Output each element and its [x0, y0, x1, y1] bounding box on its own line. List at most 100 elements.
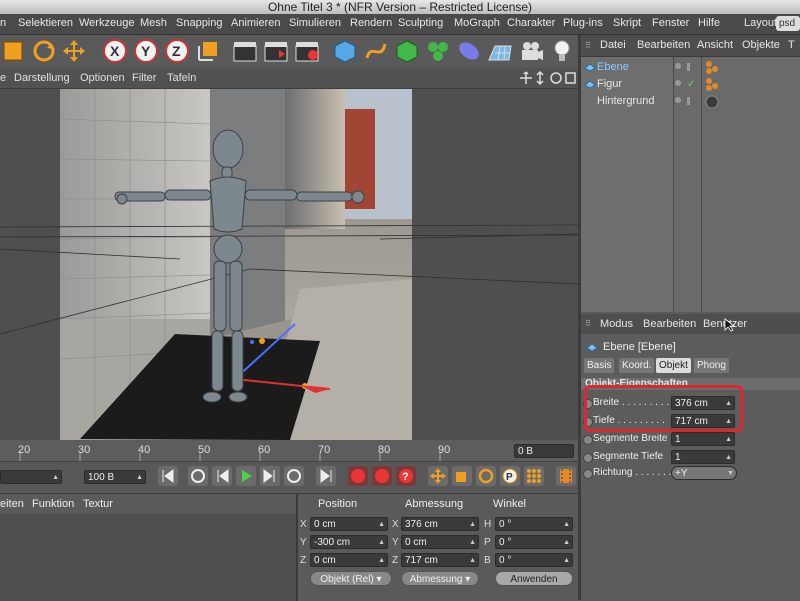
next-frame-button[interactable]	[260, 466, 280, 486]
viewport-nav-icons[interactable]	[520, 71, 576, 85]
objmgr-menu-objekte[interactable]: Objekte	[742, 39, 780, 51]
stepper-icon[interactable]: ▲	[378, 536, 385, 550]
end-frame-field[interactable]: 100 B ▲	[84, 470, 146, 484]
key-scale-button[interactable]	[452, 466, 472, 486]
timeline-ruler[interactable]: 20 30 40 50 60 70 80 90 0 B	[0, 441, 578, 462]
timeline-menu-button[interactable]	[556, 466, 576, 486]
tag-icon[interactable]	[704, 60, 720, 75]
key-position-button[interactable]	[428, 466, 448, 486]
menu-item-simulieren[interactable]: Simulieren	[289, 17, 341, 29]
material-menu-textur[interactable]: Textur	[83, 498, 113, 510]
current-frame-field[interactable]: 0 B	[514, 444, 574, 458]
render-dots[interactable]	[687, 63, 690, 71]
3d-viewport[interactable]	[0, 89, 578, 440]
viewport-menu-filter[interactable]: Filter	[132, 72, 156, 84]
tab-objekt[interactable]: Objekt	[656, 358, 691, 373]
go-to-start-button[interactable]	[158, 466, 178, 486]
position-y-field[interactable]: -300 cm ▲	[310, 535, 388, 549]
move-tool-button[interactable]	[2, 38, 28, 64]
menu-item-plugins[interactable]: Plug-ins	[563, 17, 603, 29]
start-frame-field[interactable]: 0 B▲	[0, 470, 62, 484]
viewport-menu-darstellung[interactable]: Darstellung	[14, 72, 70, 84]
menu-item-werkzeuge[interactable]: Werkzeuge	[79, 17, 134, 29]
previous-frame-button[interactable]	[212, 466, 232, 486]
attr-menu-bearbeiten[interactable]: Bearbeiten	[643, 318, 696, 330]
stepper-icon[interactable]: ▲	[378, 518, 385, 532]
size-y-field[interactable]: 0 cm ▲	[401, 535, 479, 549]
record-button[interactable]	[348, 466, 368, 486]
objmgr-menu-ansicht[interactable]: Ansicht	[697, 39, 733, 51]
menu-item-hilfe[interactable]: Hilfe	[698, 17, 720, 29]
menu-item-rendern[interactable]: Rendern	[350, 17, 392, 29]
tab-koord[interactable]: Koord.	[619, 358, 655, 373]
render-view-button[interactable]	[232, 38, 258, 64]
light-object-button[interactable]	[549, 38, 575, 64]
segmente-tiefe-field[interactable]: 1 ▲	[671, 450, 735, 464]
stepper-icon[interactable]: ▲	[469, 536, 476, 550]
z-axis-lock-button[interactable]: Z	[164, 38, 190, 64]
coordinate-mode-select[interactable]: Objekt (Rel) ▾	[310, 571, 392, 586]
material-area[interactable]	[0, 514, 296, 601]
objmgr-menu-tags-partial[interactable]: T	[788, 39, 795, 51]
render-dots[interactable]	[687, 97, 690, 105]
previous-key-button[interactable]	[188, 466, 208, 486]
menu-item-charakter[interactable]: Charakter	[507, 17, 555, 29]
deformer-object-button[interactable]	[456, 38, 482, 64]
menu-item-skript[interactable]: Skript	[613, 17, 641, 29]
move-arrows-button[interactable]	[61, 38, 87, 64]
objmgr-menu-bearbeiten[interactable]: Bearbeiten	[637, 39, 690, 51]
menu-item-mesh[interactable]: Mesh	[140, 17, 167, 29]
size-mode-select[interactable]: Abmessung ▾	[401, 571, 479, 586]
viewport-menu-tafeln[interactable]: Tafeln	[167, 72, 196, 84]
coordinate-system-button[interactable]	[195, 38, 221, 64]
stepper-icon[interactable]: ▲	[563, 554, 570, 568]
visibility-dot[interactable]	[675, 97, 681, 103]
object-row-figur[interactable]: Figur ✓	[581, 76, 800, 93]
menu-item-selektieren[interactable]: Selektieren	[18, 17, 73, 29]
position-z-field[interactable]: 0 cm ▲	[310, 553, 388, 567]
auto-key-button[interactable]	[372, 466, 392, 486]
key-help-button[interactable]: ?	[396, 466, 416, 486]
menu-item-snapping[interactable]: Snapping	[176, 17, 223, 29]
material-menu-funktion[interactable]: Funktion	[32, 498, 74, 510]
size-x-field[interactable]: 376 cm ▲	[401, 517, 479, 531]
segmente-breite-field[interactable]: 1 ▲	[671, 432, 735, 446]
rotation-b-field[interactable]: 0 ° ▲	[495, 553, 573, 567]
viewport-menu-optionen[interactable]: Optionen	[80, 72, 125, 84]
menu-item-fenster[interactable]: Fenster	[652, 17, 689, 29]
y-axis-lock-button[interactable]: Y	[133, 38, 159, 64]
nurbs-object-button[interactable]	[394, 38, 420, 64]
tab-basis[interactable]: Basis	[584, 358, 615, 373]
key-pla-button[interactable]	[524, 466, 544, 486]
keyframe-dot[interactable]	[583, 453, 593, 463]
key-parameter-button[interactable]: P	[500, 466, 520, 486]
menu-item-datei-partial[interactable]: n	[0, 17, 6, 29]
stepper-icon[interactable]: ▲	[378, 554, 385, 568]
x-axis-lock-button[interactable]: X	[102, 38, 128, 64]
stepper-icon[interactable]: ▲	[725, 451, 732, 465]
next-key-button[interactable]	[284, 466, 304, 486]
layout-select[interactable]: psd	[776, 16, 800, 31]
visibility-dot[interactable]	[675, 80, 681, 86]
rotation-p-field[interactable]: 0 ° ▲	[495, 535, 573, 549]
keyframe-dot[interactable]	[583, 435, 593, 445]
stepper-icon[interactable]: ▲	[563, 518, 570, 532]
object-row-ebene[interactable]: Ebene	[581, 59, 800, 76]
position-x-field[interactable]: 0 cm ▲	[310, 517, 388, 531]
rotation-h-field[interactable]: 0 ° ▲	[495, 517, 573, 531]
size-z-field[interactable]: 717 cm ▲	[401, 553, 479, 567]
apply-button[interactable]: Anwenden	[495, 571, 573, 586]
floor-object-button[interactable]	[487, 38, 513, 64]
object-row-hintergrund[interactable]: Hintergrund	[581, 93, 800, 110]
objmgr-menu-datei[interactable]: Datei	[600, 39, 626, 51]
stepper-icon[interactable]: ▲	[136, 471, 143, 485]
camera-object-button[interactable]	[518, 38, 544, 64]
cloner-object-button[interactable]	[425, 38, 451, 64]
menu-item-mograph[interactable]: MoGraph	[454, 17, 500, 29]
material-tag-icon[interactable]	[704, 94, 720, 109]
tag-icon[interactable]	[704, 77, 720, 92]
attr-menu-modus[interactable]: Modus	[600, 318, 633, 330]
stepper-icon[interactable]: ▲	[725, 433, 732, 447]
play-button[interactable]	[236, 466, 256, 486]
check-icon[interactable]: ✓	[687, 79, 695, 90]
